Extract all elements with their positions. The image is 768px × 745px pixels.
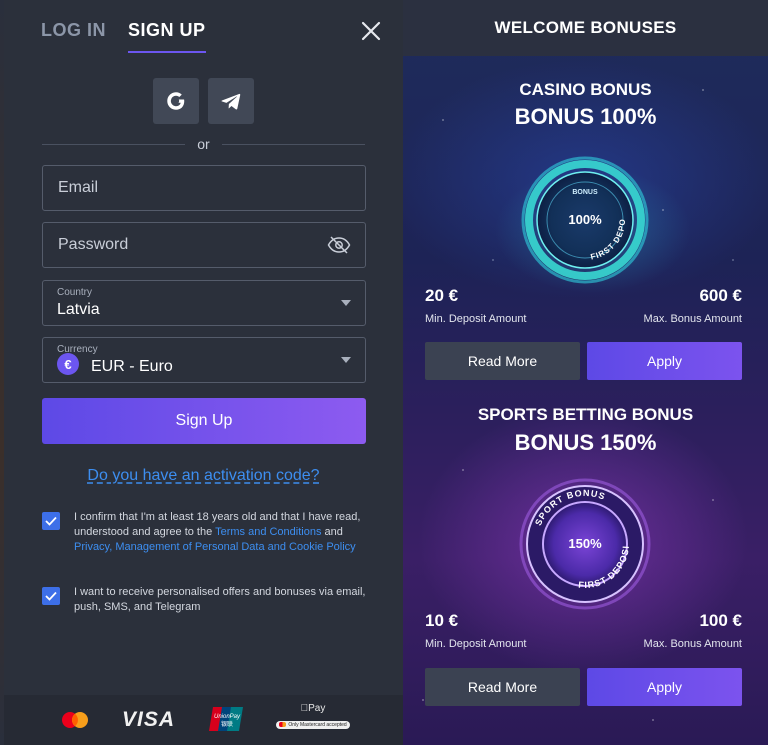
password-field[interactable]: Password [42,222,366,268]
sports-bonus-headline: BONUS 150% [514,430,657,455]
or-divider: or [42,136,365,152]
casino-bonus-badge: BONUS FIRST DEPOSIT 100% [512,143,655,290]
currency-value: EUR - Euro [91,358,173,375]
casino-badge-top-text: BONUS [572,189,598,196]
unionpay-cn-text: 银联 [221,720,233,728]
checkmark-icon [45,516,57,526]
apple-pay-logo: Pay Only Mastercard accepted [276,703,350,737]
marketing-text: I want to receive personalised offers an… [74,586,366,613]
terms-link[interactable]: Terms and Conditions [215,526,321,538]
sports-max-bonus-label: Max. Bonus Amount [643,638,742,650]
sports-max-bonus-value: 100 € [699,611,742,630]
sports-apply-button[interactable]: Apply [587,668,742,706]
age-terms-consent: I confirm that I'm at least 18 years old… [42,510,372,555]
payment-methods-bar: VISA UnionPay 银联 Pay Only Mastercard ac… [4,695,403,745]
mastercard-mini-icon [279,722,287,727]
sports-read-more-button[interactable]: Read More [425,668,580,706]
apple-pay-label: Pay [276,703,350,714]
sign-up-button[interactable]: Sign Up [42,398,366,444]
casino-bonus-headline: BONUS 100% [514,104,657,129]
casino-bonus-category: CASINO BONUS [519,80,652,99]
apple-icon:  [301,703,309,714]
bonuses-header: WELCOME BONUSES [403,0,768,56]
unionpay-logo: UnionPay 银联 [209,707,243,731]
privacy-policy-link[interactable]: Privacy, Management of Personal Data and… [74,541,356,553]
checkmark-icon [45,591,57,601]
close-icon[interactable] [359,19,383,43]
casino-badge-percent: 100% [568,212,602,227]
divider-line-right [222,144,365,145]
chevron-down-icon [341,300,351,306]
unionpay-text: UnionPay [214,714,241,720]
euro-icon: € [57,353,79,375]
marketing-checkbox[interactable] [42,587,60,605]
country-label: Country [57,287,93,298]
casino-min-deposit-value: 20 € [425,286,459,305]
sports-bonus-badge: SPORT BONUS FIRST DEPOSIT 150% [512,466,655,614]
consent-text-part: and [321,526,343,538]
visa-logo: VISA [122,708,176,731]
age-terms-text: I confirm that I'm at least 18 years old… [74,510,372,555]
sports-bonus-category: SPORTS BETTING BONUS [477,405,694,424]
casino-apply-button[interactable]: Apply [587,342,742,380]
tab-sign-up[interactable]: SIGN UP [128,20,206,53]
casino-max-bonus-value: 600 € [699,286,742,305]
password-placeholder: Password [58,236,129,253]
activation-code-link[interactable]: Do you have an activation code? [4,467,403,485]
casino-max-bonus-label: Max. Bonus Amount [643,313,742,325]
casino-min-deposit-label: Min. Deposit Amount [425,313,527,325]
sports-min-deposit-value: 10 € [425,611,459,630]
chevron-down-icon [341,357,351,363]
marketing-consent: I want to receive personalised offers an… [42,585,372,615]
apple-pay-note-text: Only Mastercard accepted [288,721,347,728]
sports-min-deposit-label: Min. Deposit Amount [425,638,527,650]
google-icon [167,92,185,110]
google-login-button[interactable] [153,78,199,124]
casino-read-more-button[interactable]: Read More [425,342,580,380]
telegram-icon [221,93,241,110]
apple-pay-note: Only Mastercard accepted [276,720,350,729]
tab-log-in[interactable]: LOG IN [41,20,106,53]
mastercard-logo [62,712,88,728]
apple-pay-text: Pay [304,703,325,714]
age-terms-checkbox[interactable] [42,512,60,530]
telegram-login-button[interactable] [208,78,254,124]
hide-password-eye-icon[interactable] [327,236,351,254]
email-placeholder: Email [58,179,99,196]
email-field[interactable]: Email [42,165,366,211]
country-select[interactable]: Country Latvia [42,280,366,326]
welcome-bonuses-panel: WELCOME BONUSES CASINO BONUS BONUS 100% … [403,0,768,745]
sports-badge-percent: 150% [568,536,602,551]
currency-select[interactable]: Currency € EUR - Euro [42,337,366,383]
auth-panel: LOG IN SIGN UP or Email Password Country… [4,0,403,745]
country-value: Latvia [57,301,100,318]
auth-tabs: LOG IN SIGN UP [41,20,206,53]
